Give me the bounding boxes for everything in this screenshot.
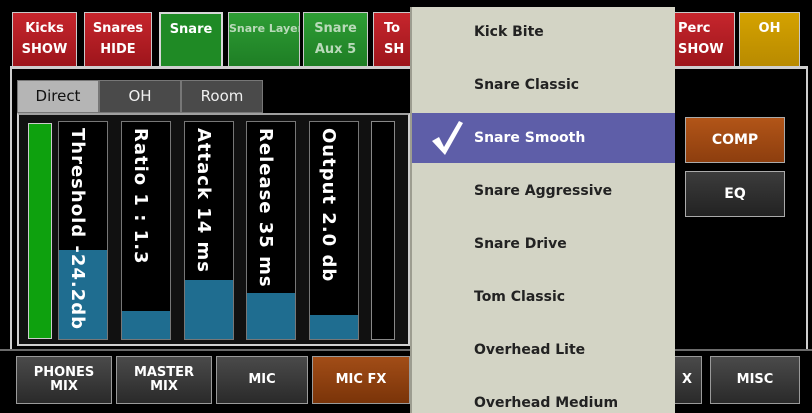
preset-snare-drive-label: Snare Drive: [474, 236, 567, 252]
preset-snare-classic[interactable]: Snare Classic: [412, 60, 675, 110]
tab-perc-state: SHOW: [678, 42, 724, 57]
ratio-label: Ratio 1 : 1.3: [130, 128, 151, 265]
subtab-direct[interactable]: Direct: [17, 80, 99, 113]
preset-overhead-lite-label: Overhead Lite: [474, 342, 586, 358]
preset-overhead-medium-label: Overhead Medium: [474, 395, 619, 411]
bottom-divider: [0, 349, 812, 351]
tab-perc[interactable]: Perc SHOW: [672, 12, 735, 67]
phones-mix-line2: MIX: [50, 379, 78, 394]
tab-toms-state: SH: [384, 42, 405, 57]
tab-toms-label: To: [384, 21, 401, 36]
attack-fill: [185, 280, 233, 339]
app-window: Kicks SHOW Snares HIDE Snare Snare Layer…: [0, 0, 812, 413]
output-control[interactable]: Output 2.0 db: [309, 121, 359, 340]
tab-perc-label: Perc: [678, 21, 711, 36]
ratio-control[interactable]: Ratio 1 : 1.3: [121, 121, 171, 340]
tab-snare-aux5[interactable]: Snare Aux 5: [303, 12, 368, 67]
tab-snare-aux5-sub: Aux 5: [314, 42, 357, 57]
preset-snare-smooth[interactable]: Snare Smooth: [412, 113, 675, 163]
tab-snares-label: Snares: [92, 21, 144, 36]
tab-snares[interactable]: Snares HIDE: [84, 12, 152, 67]
eq-button[interactable]: EQ: [685, 171, 785, 217]
release-control[interactable]: Release 35 ms: [246, 121, 296, 340]
preset-overhead-medium[interactable]: Overhead Medium: [412, 378, 675, 413]
threshold-control[interactable]: Threshold -24.2db: [58, 121, 108, 340]
tab-kicks[interactable]: Kicks SHOW: [12, 12, 77, 67]
x-label: X: [681, 372, 693, 387]
tab-snare-layer-label: Snare Layer: [229, 22, 300, 35]
subtab-oh[interactable]: OH: [99, 80, 181, 113]
tab-snare-label: Snare: [169, 22, 213, 37]
tab-snare-layer[interactable]: Snare Layer: [228, 12, 300, 67]
phones-mix-line1: PHONES: [33, 365, 95, 380]
preset-tom-classic-label: Tom Classic: [474, 289, 566, 305]
mic-label: MIC: [248, 372, 276, 387]
checkmark-icon: [432, 121, 463, 155]
tab-snare-aux5-label: Snare: [314, 21, 357, 36]
misc-label: MISC: [736, 372, 774, 387]
comp-button[interactable]: COMP: [685, 117, 785, 163]
tab-kicks-label: Kicks: [25, 21, 64, 36]
master-mix-line2: MIX: [150, 379, 178, 394]
tab-toms[interactable]: To SH: [373, 12, 413, 67]
preset-kick-bite[interactable]: Kick Bite: [412, 7, 675, 57]
preset-snare-aggressive[interactable]: Snare Aggressive: [412, 166, 675, 216]
misc-button[interactable]: MISC: [710, 356, 800, 404]
preset-tom-classic[interactable]: Tom Classic: [412, 272, 675, 322]
tab-oh[interactable]: OH: [739, 12, 800, 67]
attack-label: Attack 14 ms: [193, 128, 214, 273]
release-fill: [247, 293, 295, 339]
preset-overhead-lite[interactable]: Overhead Lite: [412, 325, 675, 375]
tab-kicks-state: SHOW: [21, 42, 68, 57]
ratio-fill: [122, 310, 170, 339]
master-mix-button[interactable]: MASTER MIX: [116, 356, 212, 404]
x-button[interactable]: X: [672, 356, 702, 404]
phones-mix-button[interactable]: PHONES MIX: [16, 356, 112, 404]
preset-snare-drive[interactable]: Snare Drive: [412, 219, 675, 269]
input-level-meter: [28, 123, 52, 339]
tab-snare-selected[interactable]: Snare: [159, 12, 223, 67]
preset-snare-classic-label: Snare Classic: [474, 77, 580, 93]
output-level-meter: [371, 121, 395, 340]
preset-snare-aggressive-label: Snare Aggressive: [474, 183, 613, 199]
release-label: Release 35 ms: [255, 128, 276, 288]
output-label: Output 2.0 db: [318, 128, 339, 283]
tab-snares-state: HIDE: [100, 42, 136, 57]
output-fill: [310, 315, 358, 339]
preset-kick-bite-label: Kick Bite: [474, 24, 544, 40]
mic-fx-label: MIC FX: [335, 372, 387, 387]
attack-control[interactable]: Attack 14 ms: [184, 121, 234, 340]
mic-fx-button[interactable]: MIC FX: [312, 356, 410, 404]
preset-dropdown[interactable]: Kick Bite Snare Classic Snare Smooth Sna…: [410, 7, 675, 413]
master-mix-line1: MASTER: [133, 365, 195, 380]
threshold-label: Threshold -24.2db: [67, 128, 88, 331]
preset-snare-smooth-label: Snare Smooth: [474, 130, 586, 146]
subtab-room[interactable]: Room: [181, 80, 263, 113]
tab-oh-label: OH: [758, 21, 781, 36]
mic-button[interactable]: MIC: [216, 356, 308, 404]
